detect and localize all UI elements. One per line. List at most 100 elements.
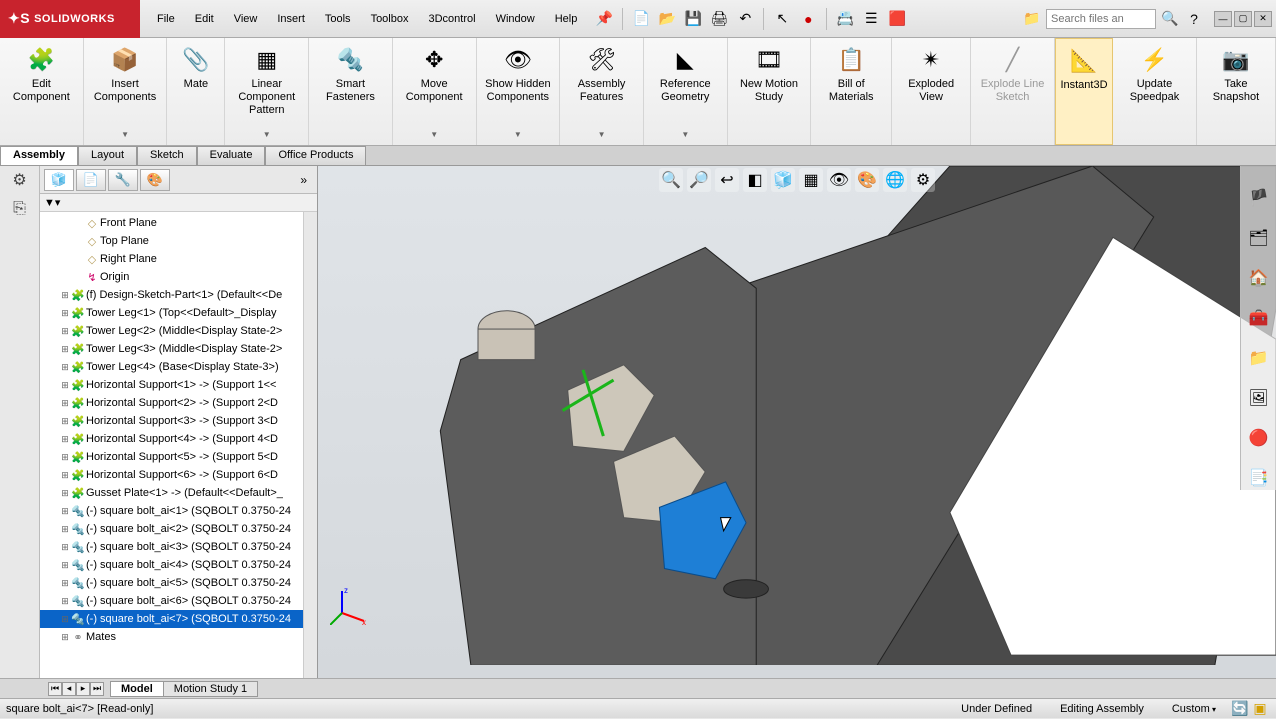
search-input[interactable] bbox=[1046, 9, 1156, 29]
menu-file[interactable]: File bbox=[148, 9, 184, 29]
tree-item[interactable]: ⊞🔩(-) square bolt_ai<1> (SQBOLT 0.3750-2… bbox=[40, 502, 317, 520]
task-home-icon[interactable]: 🏠 bbox=[1247, 266, 1271, 290]
tree-item[interactable]: ⊞🧩Gusset Plate<1> -> (Default<<Default>_ bbox=[40, 484, 317, 502]
prev-view-icon[interactable]: ↩ bbox=[715, 168, 739, 192]
ribbon-move-component[interactable]: ✥Move Component▼ bbox=[393, 38, 477, 145]
task-resources-icon[interactable]: 🏴 bbox=[1247, 186, 1271, 210]
tree-tab-display[interactable]: 🎨 bbox=[140, 169, 170, 191]
tab-layout[interactable]: Layout bbox=[78, 146, 137, 165]
ribbon-show-hidden-components[interactable]: 👁Show Hidden Components▼ bbox=[477, 38, 561, 145]
display-style-icon[interactable]: ▦ bbox=[799, 168, 823, 192]
tree-item[interactable]: ⊞🧩Horizontal Support<3> -> (Support 3<D bbox=[40, 412, 317, 430]
sheet-first-button[interactable]: ⏮ bbox=[48, 682, 62, 696]
tree-item[interactable]: ◇Top Plane bbox=[40, 232, 317, 250]
menu-edit[interactable]: Edit bbox=[186, 9, 223, 29]
tree-tab-featuremanager[interactable]: 🧊 bbox=[44, 169, 74, 191]
expand-icon[interactable]: ⊞ bbox=[60, 290, 70, 301]
menu-toolbox[interactable]: Toolbox bbox=[362, 9, 418, 29]
flyout-icon[interactable]: ⎘ bbox=[13, 200, 26, 218]
expand-icon[interactable]: ⊞ bbox=[60, 398, 70, 409]
ribbon-mate[interactable]: 📎Mate bbox=[167, 38, 225, 145]
ribbon-exploded-view[interactable]: ✴Exploded View bbox=[892, 38, 971, 145]
tree-item[interactable]: ⊞🧩Horizontal Support<5> -> (Support 5<D bbox=[40, 448, 317, 466]
rebuild-icon[interactable]: ● bbox=[798, 9, 818, 29]
expand-icon[interactable]: ⊞ bbox=[60, 488, 70, 499]
tree-item[interactable]: ⊞🧩Tower Leg<1> (Top<<Default>_Display bbox=[40, 304, 317, 322]
expand-icon[interactable]: ⊞ bbox=[60, 434, 70, 445]
print-icon[interactable]: 🖨 bbox=[709, 9, 729, 29]
tree-item[interactable]: ⊞🧩(f) Design-Sketch-Part<1> (Default<<De bbox=[40, 286, 317, 304]
folder-icon[interactable]: 📁 bbox=[1022, 9, 1042, 29]
expand-icon[interactable]: ⊞ bbox=[60, 308, 70, 319]
task-custom-icon[interactable]: 📑 bbox=[1247, 466, 1271, 490]
scene-icon[interactable]: 🌐 bbox=[883, 168, 907, 192]
ribbon-smart-fasteners[interactable]: 🔩Smart Fasteners bbox=[309, 38, 393, 145]
ribbon-edit-component[interactable]: 🧩Edit Component bbox=[0, 38, 84, 145]
ribbon-linear-component-pattern[interactable]: ▦Linear Component Pattern▼ bbox=[225, 38, 309, 145]
tree-item[interactable]: ◇Front Plane bbox=[40, 214, 317, 232]
tree-item[interactable]: ⊞🔩(-) square bolt_ai<5> (SQBOLT 0.3750-2… bbox=[40, 574, 317, 592]
expand-icon[interactable]: ⊞ bbox=[60, 632, 70, 643]
tab-evaluate[interactable]: Evaluate bbox=[197, 146, 266, 165]
tree-item[interactable]: ⊞🧩Tower Leg<3> (Middle<Display State-2> bbox=[40, 340, 317, 358]
tree-tab-property[interactable]: 📄 bbox=[76, 169, 106, 191]
status-rebuild-icon[interactable]: 🔄 bbox=[1230, 699, 1250, 719]
sheet-tab-model[interactable]: Model bbox=[110, 681, 164, 697]
tree-item[interactable]: ⊞🧩Horizontal Support<4> -> (Support 4<D bbox=[40, 430, 317, 448]
tree-item[interactable]: ↯Origin bbox=[40, 268, 317, 286]
assembly-icon[interactable]: ⚙ bbox=[12, 170, 26, 190]
tree-scrollbar[interactable] bbox=[303, 212, 317, 678]
view-settings-icon[interactable]: ⚙ bbox=[911, 168, 935, 192]
task-design-lib-icon[interactable]: 🗂 bbox=[1247, 226, 1271, 250]
sheet-last-button[interactable]: ⏭ bbox=[90, 682, 104, 696]
task-view-palette-icon[interactable]: 🖼 bbox=[1247, 386, 1271, 410]
ribbon-update-speedpak[interactable]: ⚡Update Speedpak bbox=[1113, 38, 1197, 145]
expand-icon[interactable]: ⊞ bbox=[60, 416, 70, 427]
ribbon-assembly-features[interactable]: 🛠Assembly Features▼ bbox=[560, 38, 644, 145]
tree-item[interactable]: ⊞🔩(-) square bolt_ai<7> (SQBOLT 0.3750-2… bbox=[40, 610, 317, 628]
select-icon[interactable]: ↖ bbox=[772, 9, 792, 29]
expand-icon[interactable]: ⊞ bbox=[60, 614, 70, 625]
status-units[interactable]: Custom bbox=[1158, 703, 1230, 715]
minimize-button[interactable]: — bbox=[1214, 11, 1232, 27]
ribbon-take-snapshot[interactable]: 📷Take Snapshot bbox=[1197, 38, 1276, 145]
task-explorer-icon[interactable]: 📁 bbox=[1247, 346, 1271, 370]
tree-item[interactable]: ⊞🧩Horizontal Support<1> -> (Support 1<< bbox=[40, 376, 317, 394]
tree-item[interactable]: ◇Right Plane bbox=[40, 250, 317, 268]
help-icon[interactable]: ? bbox=[1184, 9, 1204, 29]
close-button[interactable]: ✕ bbox=[1254, 11, 1272, 27]
zoom-fit-icon[interactable]: 🔍 bbox=[659, 168, 683, 192]
tree-expand-icon[interactable]: » bbox=[294, 173, 313, 187]
status-flag-icon[interactable]: ▣ bbox=[1250, 699, 1270, 719]
tree-item[interactable]: ⊞⚭Mates bbox=[40, 628, 317, 646]
task-appearance-icon[interactable]: 🔴 bbox=[1247, 426, 1271, 450]
expand-icon[interactable]: ⊞ bbox=[60, 506, 70, 517]
appearance-icon[interactable]: 🎨 bbox=[855, 168, 879, 192]
zoom-window-icon[interactable]: 🔎 bbox=[687, 168, 711, 192]
section-icon[interactable]: ◧ bbox=[743, 168, 767, 192]
sheet-next-button[interactable]: ▸ bbox=[76, 682, 90, 696]
expand-icon[interactable]: ⊞ bbox=[60, 578, 70, 589]
expand-icon[interactable]: ⊞ bbox=[60, 452, 70, 463]
open-icon[interactable]: 📂 bbox=[657, 9, 677, 29]
hide-show-icon[interactable]: 👁 bbox=[827, 168, 851, 192]
record-icon[interactable]: 🟥 bbox=[887, 9, 907, 29]
tree-item[interactable]: ⊞🧩Tower Leg<2> (Middle<Display State-2> bbox=[40, 322, 317, 340]
ribbon-instant3d[interactable]: 📐Instant3D bbox=[1055, 38, 1113, 145]
tab-sketch[interactable]: Sketch bbox=[137, 146, 197, 165]
tree-tab-config[interactable]: 🔧 bbox=[108, 169, 138, 191]
menu-tools[interactable]: Tools bbox=[316, 9, 360, 29]
pin-icon[interactable]: 📌 bbox=[594, 9, 614, 29]
tree-item[interactable]: ⊞🔩(-) square bolt_ai<3> (SQBOLT 0.3750-2… bbox=[40, 538, 317, 556]
new-icon[interactable]: 📄 bbox=[631, 9, 651, 29]
tree-item[interactable]: ⊞🧩Horizontal Support<6> -> (Support 6<D bbox=[40, 466, 317, 484]
expand-icon[interactable]: ⊞ bbox=[60, 362, 70, 373]
tab-assembly[interactable]: Assembly bbox=[0, 146, 78, 165]
maximize-button[interactable]: ▢ bbox=[1234, 11, 1252, 27]
expand-icon[interactable]: ⊞ bbox=[60, 560, 70, 571]
tree-item[interactable]: ⊞🧩Tower Leg<4> (Base<Display State-3>) bbox=[40, 358, 317, 376]
expand-icon[interactable]: ⊞ bbox=[60, 524, 70, 535]
ribbon-new-motion-study[interactable]: 🎞New Motion Study bbox=[728, 38, 812, 145]
tree-item[interactable]: ⊞🔩(-) square bolt_ai<6> (SQBOLT 0.3750-2… bbox=[40, 592, 317, 610]
graphics-viewport[interactable]: ◂ ▸ — ▢ ✕ 🔍 🔎 ↩ ◧ 🧊 ▦ 👁 🎨 🌐 ⚙ bbox=[318, 166, 1276, 678]
